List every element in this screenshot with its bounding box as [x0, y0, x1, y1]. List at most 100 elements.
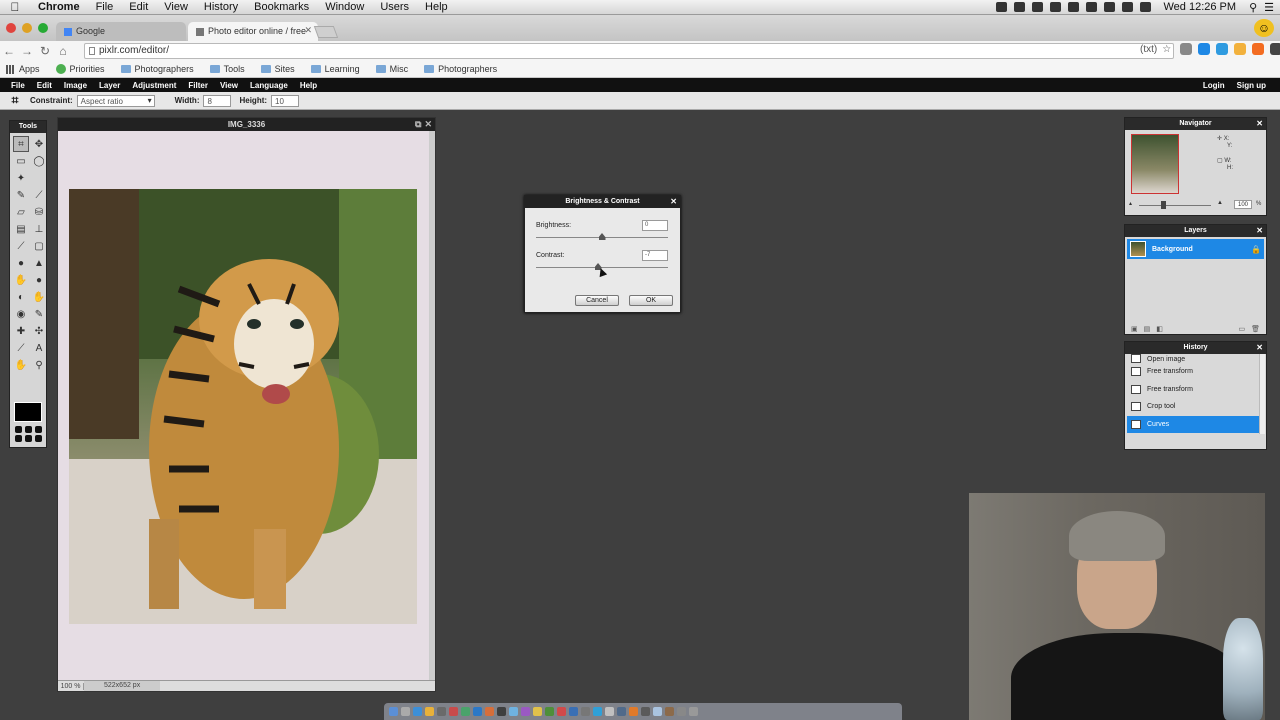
pixlr-menu-image[interactable]: Image [59, 81, 94, 90]
drive-icon[interactable] [1013, 2, 1025, 12]
drawing-icon[interactable]: ▢ [31, 238, 47, 254]
pixlr-menu-file[interactable]: File [6, 81, 32, 90]
blue-extension-icon[interactable] [1216, 43, 1228, 55]
lasso-icon[interactable]: ◯ [31, 153, 47, 169]
layer-properties-icon[interactable]: ▤ [1144, 325, 1151, 333]
pinch-icon[interactable]: ✣ [31, 323, 47, 339]
skype-icon[interactable] [593, 707, 602, 716]
colorreplace-icon[interactable]: ⟋ [13, 238, 29, 254]
app-icon[interactable] [521, 707, 530, 716]
blank-tool-icon[interactable] [31, 170, 47, 186]
app-icon[interactable] [581, 707, 590, 716]
mac-menu-bookmarks[interactable]: Bookmarks [246, 1, 317, 13]
picker-icon[interactable]: ⟋ [13, 340, 29, 356]
dodge-icon[interactable]: ◐ [13, 289, 29, 305]
pixlr-menu-layer[interactable]: Layer [94, 81, 127, 90]
app-icon[interactable] [641, 707, 650, 716]
panel-close-icon[interactable]: ✕ [1256, 225, 1263, 237]
type-icon[interactable]: A [31, 340, 47, 356]
dropbox-icon[interactable] [995, 2, 1007, 12]
mac-menu-window[interactable]: Window [317, 1, 372, 13]
app-icon[interactable] [605, 707, 614, 716]
close-icon[interactable]: ✕ [424, 119, 432, 130]
brush-icon[interactable]: ⟋ [31, 187, 47, 203]
chrome-menu-icon[interactable] [1270, 43, 1280, 55]
new-layer-icon[interactable]: ▭ [1238, 325, 1245, 333]
image-canvas[interactable] [69, 189, 417, 624]
pixlr-menu-help[interactable]: Help [295, 81, 324, 90]
tab-google[interactable]: Google [56, 22, 186, 41]
height-input[interactable]: 10 [271, 94, 300, 107]
app-icon[interactable] [569, 707, 578, 716]
layer-mask-icon[interactable]: ◧ [1156, 325, 1163, 333]
app-icon[interactable] [509, 707, 518, 716]
panel-close-icon[interactable]: ✕ [1256, 118, 1263, 130]
cancel-button[interactable]: Cancel [575, 295, 619, 306]
volume-icon[interactable] [1139, 2, 1151, 12]
bluetooth-icon[interactable] [1103, 2, 1115, 12]
bookmark-tools[interactable]: Tools [209, 64, 245, 74]
app-icon[interactable] [665, 707, 674, 716]
user-avatar-icon[interactable]: ☺ [1254, 19, 1274, 37]
notification-extension-icon[interactable] [1252, 43, 1264, 55]
bookmark-misc[interactable]: Misc [375, 64, 408, 74]
messages-icon[interactable] [461, 707, 470, 716]
sharpen-icon[interactable]: ▲ [31, 255, 47, 271]
launchpad-icon[interactable] [401, 707, 410, 716]
back-icon[interactable]: ← [0, 44, 18, 58]
downloads-stack-icon[interactable] [677, 707, 686, 716]
mac-menu-history[interactable]: History [196, 1, 246, 13]
history-item-free-transform-2[interactable]: Free transform [1127, 381, 1260, 399]
zoom-in-icon[interactable]: ▲ [1217, 200, 1223, 206]
bookmark-priorities[interactable]: Priorities [55, 64, 105, 74]
signup-link[interactable]: Sign up [1237, 81, 1266, 90]
dialog-close-icon[interactable]: ✕ [670, 196, 677, 208]
pixlr-menu-adjustment[interactable]: Adjustment [127, 81, 183, 90]
color-swatch[interactable] [14, 402, 42, 422]
hand-icon[interactable]: ✋ [13, 357, 29, 373]
wrench-extension-icon[interactable] [1180, 43, 1192, 55]
forward-icon[interactable]: → [18, 44, 36, 58]
burn-icon[interactable]: ✋ [31, 289, 47, 305]
reload-icon[interactable]: ↻ [36, 44, 54, 58]
brightness-slider-thumb[interactable] [598, 233, 606, 240]
pixlr-menu-language[interactable]: Language [245, 81, 295, 90]
mac-menu-app[interactable]: Chrome [30, 1, 88, 13]
lock-icon[interactable]: 🔒 [1251, 245, 1261, 254]
bookmark-learning[interactable]: Learning [310, 64, 360, 74]
spot-heal-icon[interactable]: ✎ [31, 306, 47, 322]
app-icon[interactable] [473, 707, 482, 716]
finder-icon[interactable] [389, 707, 398, 716]
history-item-crop-tool[interactable]: Crop tool [1127, 398, 1260, 416]
delicious-extension-icon[interactable] [1198, 43, 1210, 55]
evernote-icon[interactable] [1049, 2, 1061, 12]
mac-menu-edit[interactable]: Edit [121, 1, 156, 13]
constraint-select[interactable]: Aspect ratio [76, 94, 155, 107]
app-icon[interactable] [629, 707, 638, 716]
marquee-icon[interactable]: ▭ [13, 153, 29, 169]
panel-layout-dots[interactable] [15, 426, 42, 442]
pixlr-menu-view[interactable]: View [215, 81, 245, 90]
contrast-input[interactable]: -7 [642, 250, 668, 261]
mac-menu-help[interactable]: Help [417, 1, 456, 13]
app-icon[interactable] [617, 707, 626, 716]
app-icon[interactable] [545, 707, 554, 716]
brightness-input[interactable]: 0 [642, 220, 668, 231]
home-icon[interactable]: ⌂ [54, 44, 72, 58]
mac-menu-file[interactable]: File [88, 1, 122, 13]
fill-icon[interactable]: ⛁ [31, 204, 47, 220]
maximize-icon[interactable]: ⧉ [415, 119, 421, 130]
width-input[interactable]: 8 [203, 94, 232, 107]
app-icon[interactable] [653, 707, 662, 716]
new-tab-button[interactable] [313, 26, 339, 38]
zoom-field[interactable]: 100 % [58, 682, 84, 690]
tab-pixlr[interactable]: Photo editor online / free ✕ [188, 22, 318, 41]
minimize-window-icon[interactable] [22, 23, 32, 33]
pixlr-menu-edit[interactable]: Edit [32, 81, 59, 90]
bookmark-photographers[interactable]: Photographers [120, 64, 194, 74]
time-machine-icon[interactable] [1085, 2, 1097, 12]
dialog-titlebar[interactable]: Brightness & Contrast ✕ [525, 196, 680, 208]
headphones-icon[interactable] [1067, 2, 1079, 12]
layer-row-background[interactable]: Background 🔒 [1127, 239, 1264, 259]
redeye-icon[interactable]: ◉ [13, 306, 29, 322]
